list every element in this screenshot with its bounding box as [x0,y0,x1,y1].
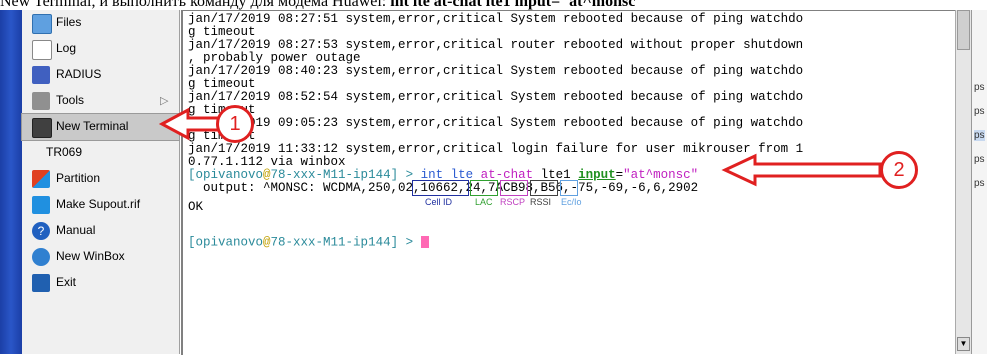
annotation-circle-1: 1 [216,105,254,143]
scroll-down-icon[interactable]: ▼ [957,337,970,351]
background-window-edge: ps ps ps ps ps [971,10,987,354]
annotation-arrows [158,107,882,187]
terminal-scrollbar[interactable]: ▼ [955,10,971,354]
annotation-circle-2: 2 [880,151,918,189]
arrow-1-icon [158,107,222,141]
arrow-2-icon [721,153,882,187]
scrollbar-thumb[interactable] [957,10,970,50]
